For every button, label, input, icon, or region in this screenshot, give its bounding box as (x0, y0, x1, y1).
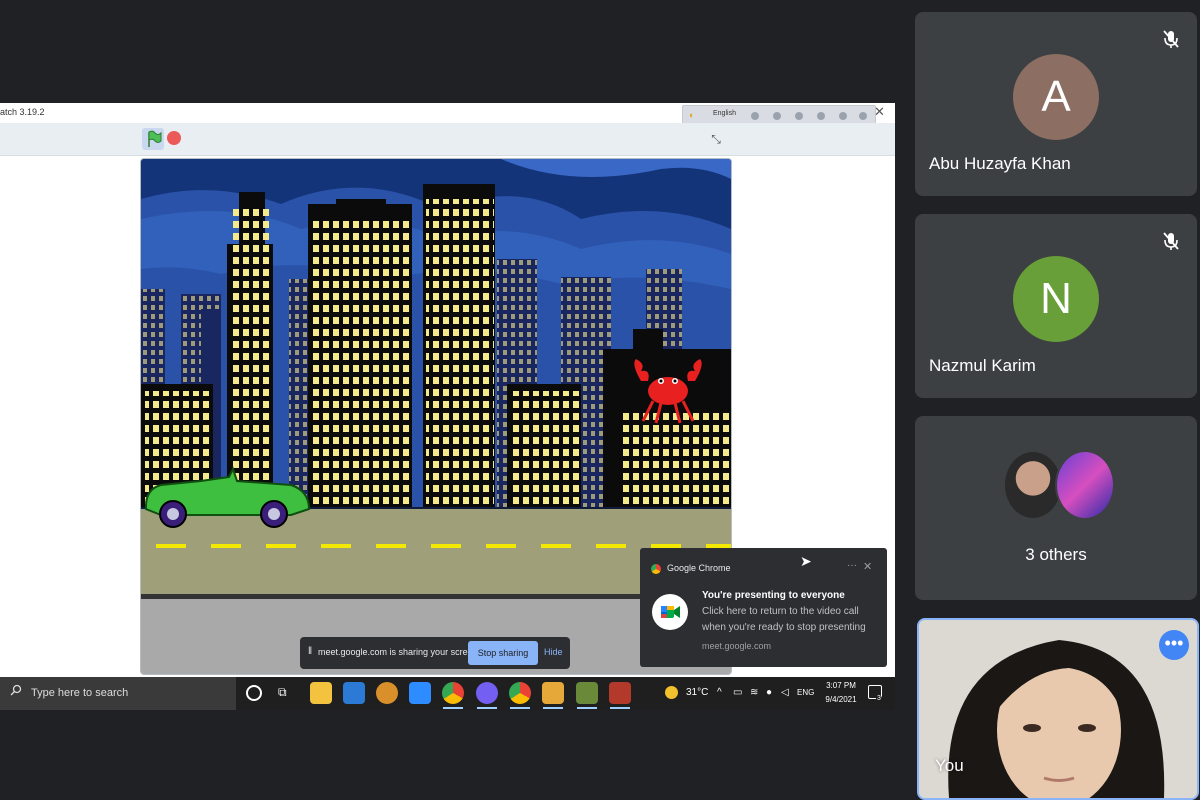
green-flag-button[interactable] (142, 128, 164, 150)
input-language[interactable]: ENG (797, 688, 814, 697)
toolbar-icon[interactable] (795, 112, 803, 120)
file-explorer-icon[interactable] (310, 682, 332, 704)
active-indicator (443, 707, 463, 709)
google-meet-icon (652, 594, 688, 630)
scratch-window-title: atch 3.19.2 (0, 107, 45, 117)
volume-icon[interactable]: ◁ (781, 687, 789, 698)
weather-temperature[interactable]: 31°C (686, 687, 708, 698)
meet-logo (661, 606, 680, 618)
more-options-button[interactable]: ••• (1159, 630, 1189, 660)
pause-icon: ‖ (308, 646, 313, 657)
zoom-icon[interactable] (409, 682, 431, 704)
app-icon[interactable] (609, 682, 631, 704)
close-icon[interactable]: ✕ (863, 560, 872, 573)
taskbar-search-box[interactable]: Type here to search (0, 677, 236, 710)
green-flag-icon (148, 130, 162, 147)
weather-icon[interactable] (665, 686, 678, 699)
participant-tile-abu[interactable]: A Abu Huzayfa Khan (915, 12, 1197, 196)
minecraft-icon[interactable] (576, 682, 598, 704)
active-indicator (543, 707, 563, 709)
battery-icon[interactable]: ▭ (733, 687, 742, 698)
notification-body-line1: Click here to return to the video call (702, 606, 859, 617)
close-icon[interactable]: ✕ (874, 104, 885, 120)
mail-icon[interactable] (343, 682, 365, 704)
participant-name: Nazmul Karim (929, 356, 1036, 375)
language-label: English (713, 110, 736, 117)
language-icon: ◐ (689, 110, 695, 120)
participant-tile-nazmul[interactable]: N Nazmul Karim (915, 214, 1197, 398)
avatar: N (1013, 256, 1099, 342)
chrome-notification[interactable]: Google Chrome ··· ✕ You're presenting to… (640, 548, 887, 667)
clock-date[interactable]: 9/4/2021 (822, 695, 860, 704)
self-name: You (935, 756, 964, 775)
toolbar-icon[interactable] (751, 112, 759, 120)
toolbar-icon[interactable] (859, 112, 867, 120)
windows-taskbar: Type here to search ⧉ 31°C ^ ▭ ≋ ● ◁ ENG… (0, 677, 895, 710)
others-tile[interactable]: 3 others (915, 416, 1197, 600)
mouse-cursor-icon: ➤ (800, 553, 812, 569)
others-count: 3 others (1025, 545, 1087, 564)
avatar: A (1013, 54, 1099, 140)
clock-time[interactable]: 3:07 PM (826, 681, 856, 690)
brave-icon[interactable] (376, 682, 398, 704)
wifi-icon[interactable]: ≋ (750, 687, 758, 698)
search-icon (10, 684, 22, 696)
search-placeholder: Type here to search (31, 687, 129, 699)
active-indicator (610, 707, 630, 709)
mic-off-icon (1163, 232, 1179, 250)
microphone-icon[interactable]: ● (766, 687, 772, 698)
avatar (1003, 450, 1063, 520)
active-indicator (477, 707, 497, 709)
mic-off-icon (1163, 30, 1179, 48)
stop-sharing-button[interactable]: Stop sharing (468, 641, 538, 665)
notification-title: You're presenting to everyone (702, 590, 845, 601)
toolbar-icon[interactable] (817, 112, 825, 120)
active-indicator (510, 707, 530, 709)
participant-name: Abu Huzayfa Khan (929, 154, 1071, 173)
task-view-icon[interactable]: ⧉ (278, 685, 287, 700)
scratch-toolbar (0, 123, 895, 156)
stop-button[interactable] (167, 131, 181, 145)
exit-fullscreen-icon[interactable]: ⤡ (706, 129, 726, 149)
chrome-icon[interactable] (509, 682, 531, 704)
more-icon[interactable]: ··· (847, 560, 857, 571)
notification-source: meet.google.com (702, 641, 772, 651)
notification-count: 3 (876, 695, 882, 702)
sharing-message: meet.google.com is sharing your screen. (318, 647, 481, 657)
avatar (1055, 450, 1115, 520)
screen-sharing-bar: ‖ meet.google.com is sharing your screen… (300, 637, 570, 669)
active-indicator (577, 707, 597, 709)
hide-button[interactable]: Hide (544, 647, 563, 657)
toolbar-icon[interactable] (773, 112, 781, 120)
viber-icon[interactable] (476, 682, 498, 704)
chevron-up-icon[interactable]: ^ (717, 687, 722, 698)
notification-body-line2: when you're ready to stop presenting (702, 622, 866, 633)
cortana-icon[interactable] (246, 685, 262, 701)
toolbar-icon[interactable] (839, 112, 847, 120)
self-video-tile[interactable]: ••• You (917, 618, 1199, 800)
chrome-icon[interactable] (442, 682, 464, 704)
scratch-icon[interactable] (542, 682, 564, 704)
notification-app-name: Google Chrome (667, 563, 731, 573)
chrome-icon (651, 564, 661, 574)
